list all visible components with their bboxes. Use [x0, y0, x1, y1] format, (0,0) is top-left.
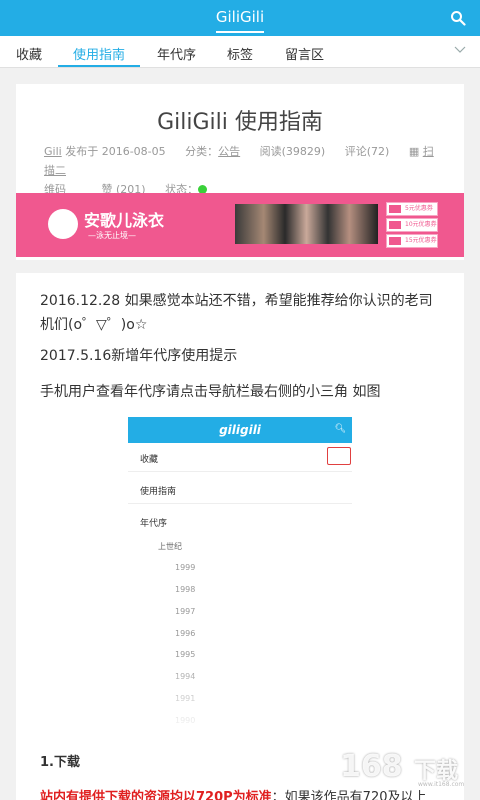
screenshot-search-icon: 🔍︎ — [334, 424, 346, 434]
post-meta: Gili 发布于 2016-08-05 分类：公告 阅读(39829) 评论(7… — [44, 142, 436, 199]
highlight-box — [327, 447, 351, 465]
post-body-card: 2016.12.28 如果感觉本站还不错，希望能推荐给你认识的老司机们(o゜▽゜… — [16, 273, 464, 800]
screenshot-year: 1999 — [175, 563, 196, 572]
chevron-down-icon[interactable] — [454, 46, 466, 54]
ad-brand: 安歌儿泳衣 — [84, 211, 165, 230]
coupon-2[interactable]: 10元优惠券 — [386, 218, 438, 232]
ad-banner[interactable]: 安歌儿泳衣 —泳无止境— 5元优惠券 10元优惠券 15元优惠券 — [16, 193, 464, 257]
coupon-3[interactable]: 15元优惠券 — [386, 234, 438, 248]
paragraph-1: 2016.12.28 如果感觉本站还不错，希望能推荐给你认识的老司机们(o゜▽゜… — [40, 293, 433, 333]
read-count: 阅读(39829) — [259, 145, 326, 158]
tab-favorites[interactable]: 收藏 — [16, 44, 42, 63]
brand-logo — [48, 209, 78, 239]
section-title: 1.下载 — [40, 755, 80, 770]
author-link[interactable]: Gili — [44, 145, 62, 158]
screenshot-row-favorites: 收藏 — [140, 455, 159, 465]
divider — [128, 471, 352, 472]
watermark-logo: 168 下载 www.it168.com — [330, 745, 480, 800]
watermark-number: 168 — [340, 749, 403, 784]
tab-tags[interactable]: 标签 — [227, 44, 253, 63]
tab-chronology[interactable]: 年代序 — [157, 44, 196, 63]
paragraph-3: 手机用户查看年代序请点击导航栏最右侧的小三角 如图 — [40, 384, 381, 400]
emphasis-link[interactable]: 站内有提供下载的资源均以720P为标准 — [40, 790, 272, 800]
ad-photos — [235, 204, 378, 244]
category-label: 分类： — [185, 145, 219, 158]
comment-count[interactable]: 评论(72) — [345, 145, 390, 158]
screenshot-sub-century: 上世纪 — [158, 542, 182, 551]
guide-screenshot: giligili 🔍︎ 收藏 使用指南 年代序 上世纪 1999 1998 19… — [128, 417, 352, 735]
category-link[interactable]: 公告 — [218, 145, 240, 158]
tab-guestbook[interactable]: 留言区 — [285, 44, 324, 63]
watermark-site: www.it168.com — [418, 781, 465, 788]
title-underline — [216, 31, 264, 33]
publish-date: 发布于 2016-08-05 — [65, 145, 166, 158]
ad-slogan: —泳无止境— — [88, 231, 136, 240]
paragraph-2: 2017.5.16新增年代序使用提示 — [40, 348, 238, 364]
screenshot-fade — [128, 657, 352, 735]
divider — [128, 503, 352, 504]
top-app-bar: GiliGili — [0, 0, 480, 36]
app-title[interactable]: GiliGili — [0, 8, 480, 26]
coupon-1[interactable]: 5元优惠券 — [386, 202, 438, 216]
qr-code-icon: ▦ — [408, 145, 420, 158]
active-tab-indicator — [58, 65, 140, 67]
screenshot-brand: giligili — [219, 423, 261, 437]
tab-guide[interactable]: 使用指南 — [73, 44, 125, 63]
nav-tabs: 收藏 使用指南 年代序 标签 留言区 — [0, 36, 480, 68]
screenshot-year: 1998 — [175, 585, 196, 594]
screenshot-year: 1997 — [175, 607, 196, 616]
screenshot-row-guide: 使用指南 — [140, 487, 177, 497]
screenshot-year: 1996 — [175, 629, 196, 638]
screenshot-row-chronology: 年代序 — [140, 519, 168, 529]
search-icon[interactable] — [450, 10, 466, 26]
page-title: GiliGili 使用指南 — [157, 110, 323, 135]
